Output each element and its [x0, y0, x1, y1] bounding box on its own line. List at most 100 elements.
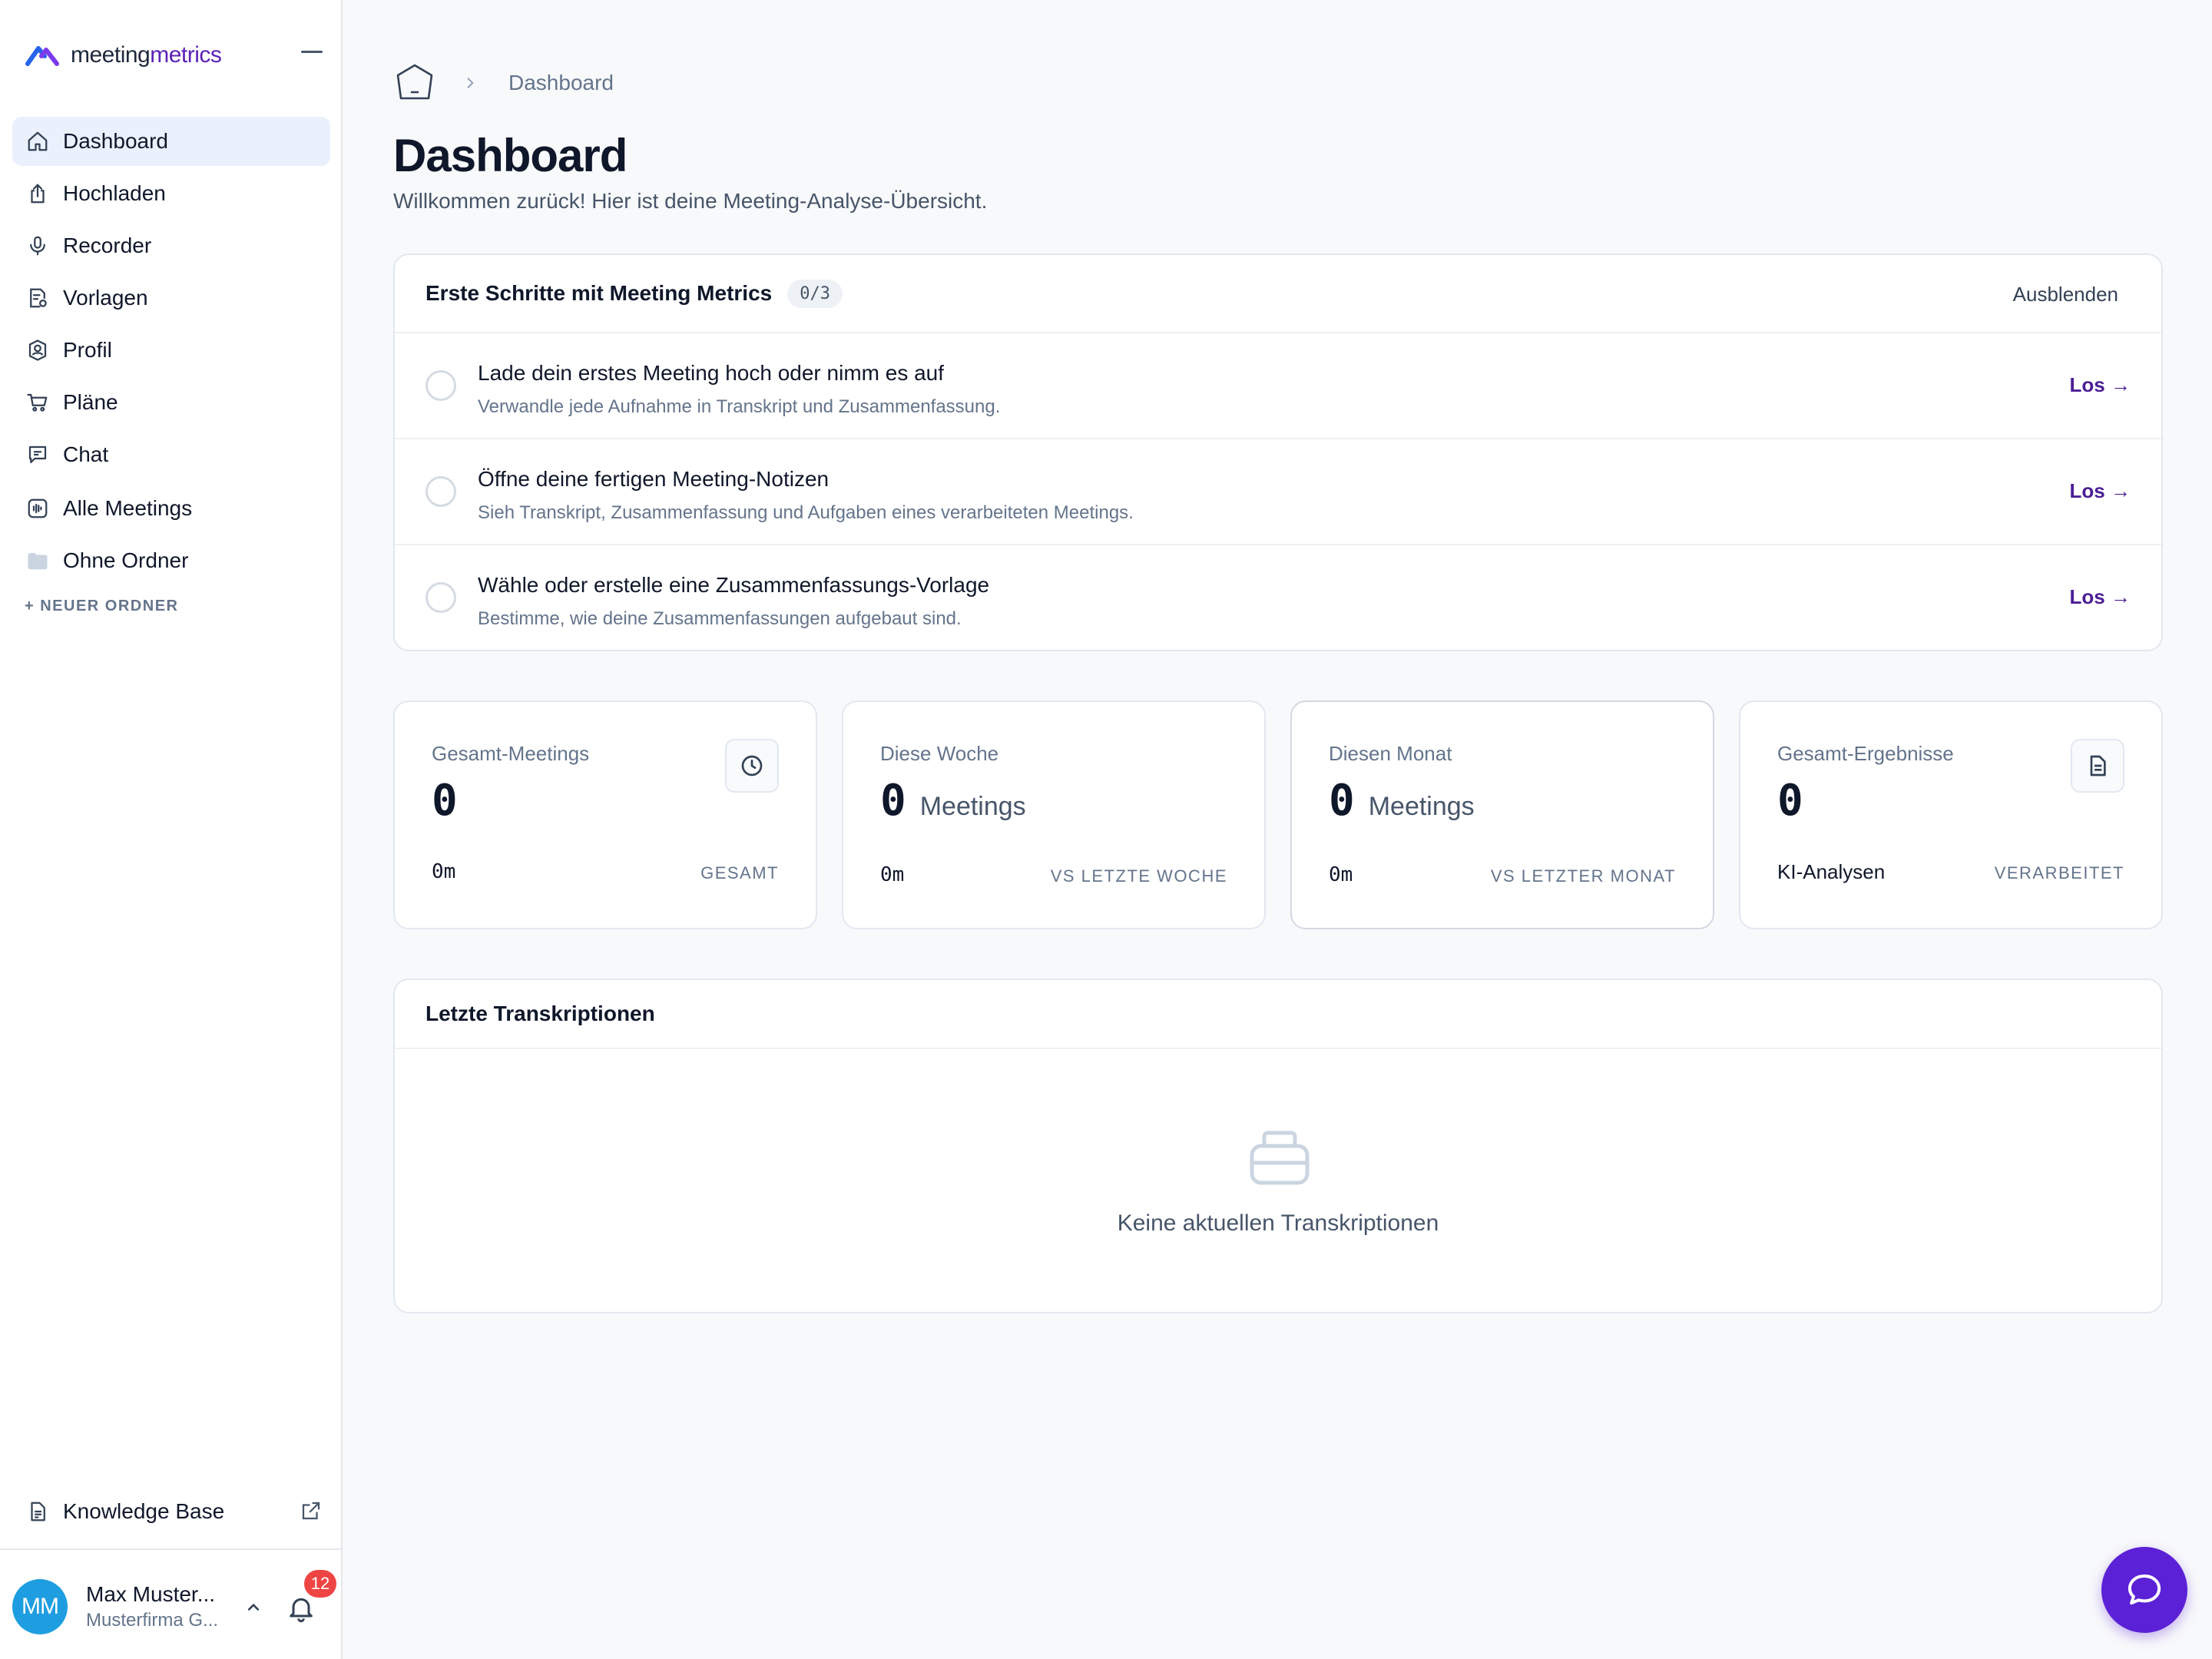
sidebar-item-label: Vorlagen	[63, 286, 148, 310]
step-checkbox[interactable]	[426, 582, 456, 613]
step-go-link[interactable]: Los →	[2070, 479, 2131, 503]
stat-card-total-meetings: Gesamt-Meetings 0 0m GESAMT	[393, 700, 817, 929]
sidebar-item-hochladen[interactable]: Hochladen	[12, 169, 330, 218]
onboarding-step[interactable]: Öffne deine fertigen Meeting-Notizen Sie…	[395, 439, 2161, 545]
stat-value: 0	[432, 776, 458, 826]
stat-caption: GESAMT	[700, 863, 779, 882]
user-menu[interactable]: MM Max Muster... Musterfirma G... 12	[12, 1570, 336, 1634]
sidebar-item-ohne-ordner[interactable]: Ohne Ordner	[12, 536, 330, 585]
microphone-icon	[25, 233, 51, 259]
profile-icon	[25, 337, 51, 363]
chat-launcher-button[interactable]	[2101, 1547, 2187, 1633]
notification-badge: 12	[304, 1570, 336, 1598]
sidebar-item-label: Ohne Ordner	[63, 548, 189, 572]
stat-card-this-month: Diesen Monat 0 Meetings 0m VS LETZTER MON…	[1290, 700, 1714, 929]
knowledge-base-label: Knowledge Base	[63, 1499, 225, 1523]
stat-duration: 0m	[880, 863, 905, 886]
sidebar: meetingmetrics Dashboard Hochladen Recor…	[0, 0, 343, 1659]
external-link-icon	[302, 1502, 320, 1520]
step-go-link[interactable]: Los →	[2070, 373, 2131, 397]
getting-started-title: Erste Schritte mit Meeting Metrics	[426, 281, 773, 305]
stat-card-this-week: Diese Woche 0 Meetings 0m VS LETZTE WOCHE	[842, 700, 1266, 929]
sidebar-item-recorder[interactable]: Recorder	[12, 221, 330, 270]
document-icon	[2071, 739, 2124, 793]
sidebar-item-vorlagen[interactable]: Vorlagen	[12, 273, 330, 323]
waveform-icon	[25, 495, 51, 522]
chat-bubble-icon	[2128, 1574, 2161, 1605]
avatar: MM	[12, 1579, 68, 1634]
stat-subtext: KI-Analysen	[1777, 860, 1886, 883]
sidebar-item-label: Alle Meetings	[63, 496, 193, 520]
upload-icon	[25, 180, 51, 207]
stat-label: Gesamt-Ergebnisse	[1777, 742, 1954, 765]
stat-duration: 0m	[432, 860, 456, 883]
stat-card-total-results: Gesamt-Ergebnisse 0 KI-Analysen VERARBEI…	[1739, 700, 2163, 929]
chevron-up-icon[interactable]	[243, 1596, 264, 1618]
stat-caption: VERARBEITET	[1994, 863, 2124, 882]
step-description: Verwandle jede Aufnahme in Transkript un…	[478, 396, 1001, 417]
sidebar-item-label: Dashboard	[63, 129, 168, 153]
document-icon	[25, 1498, 51, 1525]
recent-title: Letzte Transkriptionen	[426, 1002, 655, 1025]
stat-label: Diesen Monat	[1329, 742, 1452, 765]
sidebar-nav: Dashboard Hochladen Recorder Vorlagen Pr…	[12, 117, 330, 588]
knowledge-base-link[interactable]: Knowledge Base	[25, 1490, 323, 1533]
recent-transcriptions-card: Letzte Transkriptionen Keine aktuellen T…	[393, 979, 2163, 1313]
home-icon	[25, 128, 51, 154]
sidebar-item-plaene[interactable]: Pläne	[12, 378, 330, 427]
stat-value: 0	[1777, 776, 1803, 826]
collapse-sidebar-button[interactable]	[301, 51, 323, 53]
stat-unit: Meetings	[1368, 792, 1475, 821]
page-subtitle: Willkommen zurück! Hier ist deine Meetin…	[393, 189, 988, 213]
empty-state-text: Keine aktuellen Transkriptionen	[1117, 1210, 1439, 1236]
user-info: Max Muster... Musterfirma G...	[86, 1582, 237, 1631]
step-checkbox[interactable]	[426, 476, 456, 507]
template-icon	[25, 285, 51, 311]
folder-icon	[25, 548, 51, 574]
step-title: Öffne deine fertigen Meeting-Notizen	[478, 467, 830, 491]
sidebar-item-chat[interactable]: Chat	[12, 430, 330, 479]
onboarding-step[interactable]: Lade dein erstes Meeting hoch oder nimm …	[395, 333, 2161, 439]
sidebar-item-label: Chat	[63, 442, 109, 466]
sidebar-item-label: Recorder	[63, 233, 152, 257]
logo-text: meetingmetrics	[71, 42, 222, 68]
step-title: Wähle oder erstelle eine Zusammenfassung…	[478, 573, 990, 597]
breadcrumb-current: Dashboard	[508, 71, 614, 94]
onboarding-step[interactable]: Wähle oder erstelle eine Zusammenfassung…	[395, 545, 2161, 651]
stat-value: 0 Meetings	[880, 776, 1026, 826]
step-title: Lade dein erstes Meeting hoch oder nimm …	[478, 361, 945, 385]
step-description: Bestimme, wie deine Zusammenfassungen au…	[478, 608, 962, 629]
step-description: Sieh Transkript, Zusammenfassung und Auf…	[478, 502, 1134, 523]
logo-mark-icon	[25, 46, 59, 66]
recent-header: Letzte Transkriptionen	[395, 980, 2161, 1049]
new-folder-button[interactable]: + NEUER ORDNER	[25, 598, 178, 615]
getting-started-card: Erste Schritte mit Meeting Metrics 0/3 A…	[393, 253, 2163, 651]
stat-caption: VS LETZTER MONAT	[1490, 866, 1676, 886]
chevron-right-icon	[467, 78, 474, 88]
hide-button[interactable]: Ausblenden	[2013, 283, 2118, 306]
clock-icon	[725, 739, 779, 793]
stat-label: Diese Woche	[880, 742, 999, 765]
sidebar-item-label: Profil	[63, 338, 112, 362]
user-name: Max Muster...	[86, 1582, 216, 1606]
stat-label: Gesamt-Meetings	[432, 742, 590, 765]
bell-icon[interactable]	[286, 1593, 316, 1624]
getting-started-header: Erste Schritte mit Meeting Metrics 0/3 A…	[395, 255, 2161, 333]
stat-unit: Meetings	[919, 792, 1026, 821]
stat-value: 0 Meetings	[1329, 776, 1475, 826]
step-go-link[interactable]: Los →	[2070, 585, 2131, 609]
chat-icon	[25, 442, 51, 468]
user-company: Musterfirma G...	[86, 1610, 219, 1631]
app-logo[interactable]: meetingmetrics	[25, 38, 222, 72]
page-title: Dashboard	[393, 130, 628, 181]
inbox-icon	[1250, 1131, 1310, 1185]
stat-duration: 0m	[1329, 863, 1353, 886]
cart-icon	[25, 389, 51, 416]
sidebar-item-profil[interactable]: Profil	[12, 326, 330, 375]
breadcrumb: Dashboard	[393, 61, 614, 104]
sidebar-item-dashboard[interactable]: Dashboard	[12, 117, 330, 166]
home-icon[interactable]	[393, 61, 436, 104]
sidebar-divider	[0, 1548, 341, 1550]
sidebar-item-alle-meetings[interactable]: Alle Meetings	[12, 484, 330, 533]
step-checkbox[interactable]	[426, 370, 456, 401]
